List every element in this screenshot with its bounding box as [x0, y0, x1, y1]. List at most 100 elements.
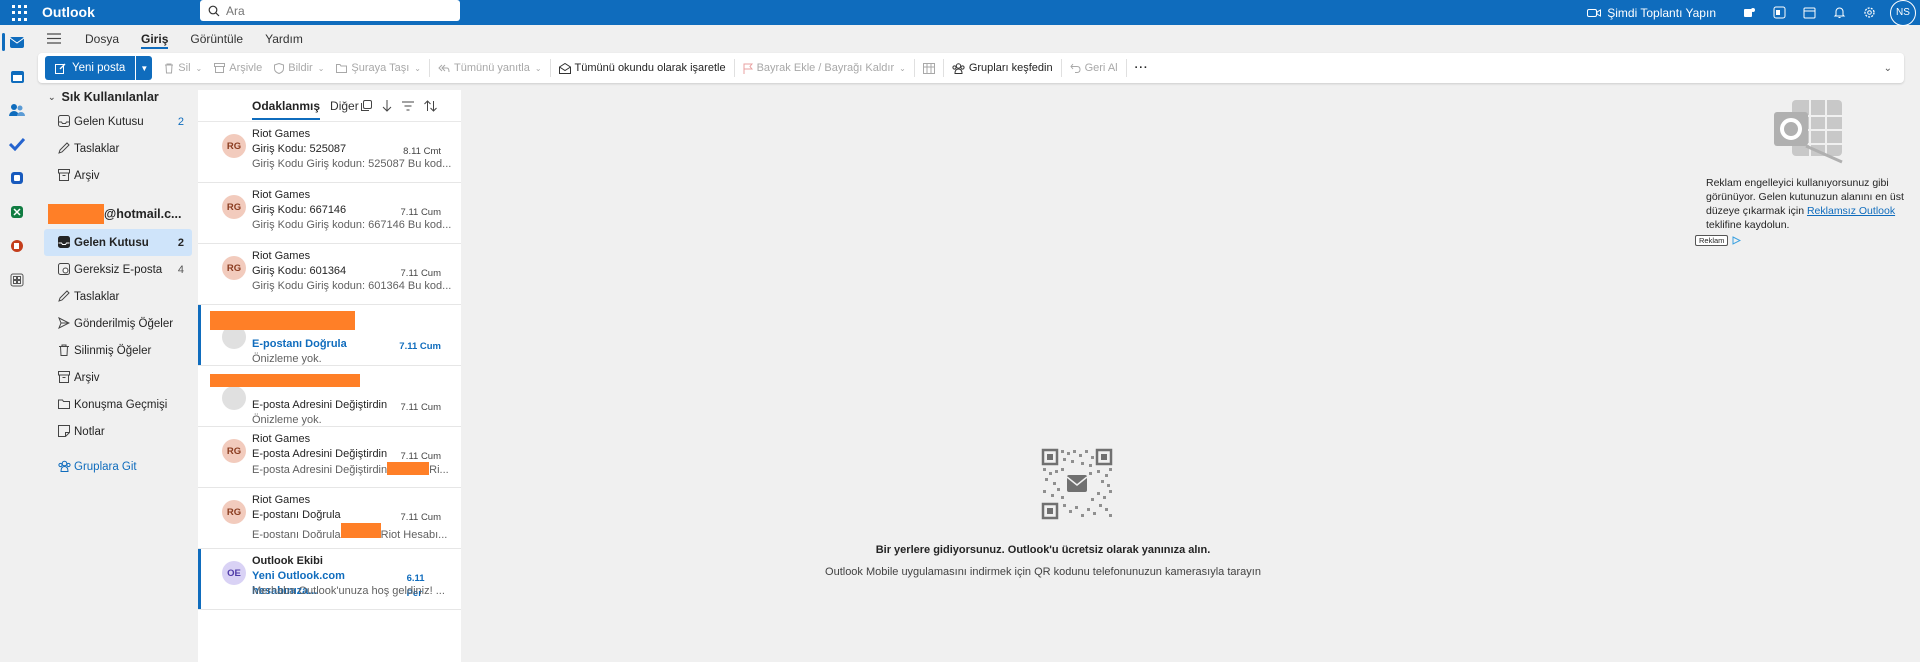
junk-icon [58, 263, 70, 275]
message-item[interactable]: E-postanı Doğrula 7.11 Cum Önizleme yok. [198, 305, 461, 366]
select-all-icon[interactable] [360, 100, 372, 111]
new-mail-label: Yeni posta [72, 62, 126, 74]
message-preview: Giriş Kodu Giriş kodun: 601364 Bu kod... [252, 280, 452, 292]
ad-free-outlook-link[interactable]: Reklamsız Outlook [1807, 205, 1895, 217]
people-app-icon[interactable] [0, 93, 34, 127]
message-subject: Giriş Kodu: 601364 [252, 265, 347, 277]
message-item[interactable]: OE Outlook Ekibi Yeni Outlook.com hesabı… [198, 549, 461, 610]
message-item[interactable]: E-posta Adresini Değiştirdin 7.11 Cum Öni… [198, 366, 461, 427]
message-preview: Önizleme yok. [252, 414, 322, 426]
ribbon-collapse-chevron-icon[interactable]: ⌄ [1884, 63, 1892, 74]
redaction-block [210, 374, 360, 387]
folder-drafts[interactable]: Taslaklar [44, 283, 192, 310]
search-box[interactable] [200, 0, 460, 21]
mail-app-icon[interactable] [0, 25, 34, 59]
fav-folder-inbox[interactable]: Gelen Kutusu 2 [44, 108, 192, 135]
app-title[interactable]: Outlook [42, 4, 95, 20]
tab-goruntule[interactable]: Görüntüle [179, 25, 254, 52]
fav-folder-drafts[interactable]: Taslaklar [44, 135, 192, 162]
sender-avatar: RG [222, 500, 246, 524]
message-item[interactable]: RG Riot Games Giriş Kodu: 601364 7.11 Cum… [198, 244, 461, 305]
tab-dosya[interactable]: Dosya [74, 25, 130, 52]
ad-badge: Reklam [1695, 235, 1742, 246]
todo-app-icon[interactable] [0, 127, 34, 161]
search-input[interactable] [226, 3, 426, 18]
qr-subtitle: Outlook Mobile uygulamasını indirmek içi… [825, 566, 1261, 578]
fav-folder-archive[interactable]: Arşiv [44, 162, 192, 189]
message-date: 7.11 Cum [400, 207, 441, 218]
tab-other[interactable]: Diğer [330, 99, 359, 113]
groups-icon [952, 62, 965, 74]
redaction-block [387, 462, 430, 475]
mark-all-read-button[interactable]: Tümünü okundu olarak işaretle [553, 56, 732, 80]
user-avatar[interactable]: NS [1890, 0, 1916, 26]
tab-yardim[interactable]: Yardım [254, 25, 314, 52]
folder-junk[interactable]: Gereksiz E-posta 4 [44, 256, 192, 283]
ad-label: Reklam [1695, 235, 1729, 246]
more-apps-icon[interactable] [0, 263, 34, 297]
message-date: 7.11 Cum [400, 451, 441, 462]
more-options-button[interactable]: ··· [1129, 56, 1155, 80]
message-item[interactable]: RG Riot Games Giriş Kodu: 525087 8.11 Cmt… [198, 122, 461, 183]
folder-conversation-history[interactable]: Konuşma Geçmişi [44, 391, 192, 418]
message-preview: Önizleme yok. [252, 353, 322, 365]
meet-now-button[interactable]: Şimdi Toplantı Yapın [1587, 6, 1716, 20]
message-preview: E-postanı Doğrula Riot Hesabı... [252, 523, 452, 538]
move-to-button[interactable]: Şuraya Taşı ⌄ [330, 56, 427, 80]
settings-gear-icon[interactable] [1854, 0, 1884, 25]
onenote-feed-icon[interactable] [1764, 0, 1794, 25]
message-item[interactable]: RG Riot Games Giriş Kodu: 667146 7.11 Cum… [198, 183, 461, 244]
flag-button[interactable]: Bayrak Ekle / Bayrağı Kaldır ⌄ [737, 56, 912, 80]
message-date: 6.11 Per [406, 573, 425, 599]
tab-giris[interactable]: Giriş [130, 25, 179, 52]
filter-icon[interactable] [401, 101, 414, 111]
ribbon-toolbar: Yeni posta ▼ Sil ⌄ Arşivle Bildir ⌄ Şuraya… [38, 53, 1904, 83]
folder-deleted[interactable]: Silinmiş Öğeler [44, 337, 192, 364]
discover-groups-button[interactable]: Grupları keşfedin [946, 56, 1059, 80]
sender-avatar: RG [222, 195, 246, 219]
report-button[interactable]: Bildir ⌄ [268, 56, 330, 80]
bell-icon[interactable] [1824, 0, 1854, 25]
folder-inbox[interactable]: Gelen Kutusu 2 [44, 229, 192, 256]
app-rail [0, 25, 34, 662]
adchoices-icon[interactable] [1732, 236, 1742, 245]
account-header[interactable]: @hotmail.c... [40, 199, 194, 229]
delete-button[interactable]: Sil ⌄ [158, 56, 208, 80]
redaction-block [210, 311, 355, 330]
message-subject: Yeni Outlook.com hesabınıza... [252, 570, 345, 597]
word-app-icon[interactable] [0, 161, 34, 195]
sender-avatar: RG [222, 256, 246, 280]
reply-all-button[interactable]: Tümünü yanıtla ⌄ [432, 56, 548, 80]
draft-icon [58, 142, 70, 154]
sender-avatar [222, 386, 246, 410]
categorize-button[interactable] [917, 56, 941, 80]
folder-archive[interactable]: Arşiv [44, 364, 192, 391]
go-to-groups-link[interactable]: Gruplara Git [44, 453, 192, 480]
powerpoint-app-icon[interactable] [0, 229, 34, 263]
compose-icon [55, 63, 66, 74]
chevron-down-icon: ▼ [140, 63, 149, 73]
sort-icon[interactable] [423, 99, 437, 112]
arrow-down-icon[interactable] [382, 99, 392, 112]
tab-focused[interactable]: Odaklanmış [252, 99, 321, 120]
message-item[interactable]: RG Riot Games E-postanı Doğrula 7.11 Cum … [198, 488, 461, 549]
new-mail-button[interactable]: Yeni posta [45, 56, 136, 80]
archive-button[interactable]: Arşivle [208, 56, 268, 80]
folder-notes[interactable]: Notlar [44, 418, 192, 445]
excel-app-icon[interactable] [0, 195, 34, 229]
my-day-icon[interactable] [1794, 0, 1824, 25]
folder-sent[interactable]: Gönderilmiş Öğeler [44, 310, 192, 337]
message-subject: E-posta Adresini Değiştirdin [252, 448, 388, 460]
hamburger-menu-icon[interactable] [34, 33, 74, 44]
message-date: 7.11 Cum [400, 268, 441, 279]
chevron-down-icon: ⌄ [48, 91, 56, 102]
app-launcher-icon[interactable] [10, 3, 30, 23]
message-subject: E-postanı Doğrula [252, 509, 341, 521]
new-mail-dropdown[interactable]: ▼ [135, 56, 153, 80]
favorites-header[interactable]: ⌄ Sık Kullanılanlar [34, 86, 194, 108]
message-item[interactable]: RG Riot Games E-posta Adresini Değiştird… [198, 427, 461, 488]
teams-icon[interactable] [1734, 0, 1764, 25]
calendar-app-icon[interactable] [0, 59, 34, 93]
sender-name: Riot Games [252, 494, 311, 506]
undo-button[interactable]: Geri Al [1064, 56, 1124, 80]
